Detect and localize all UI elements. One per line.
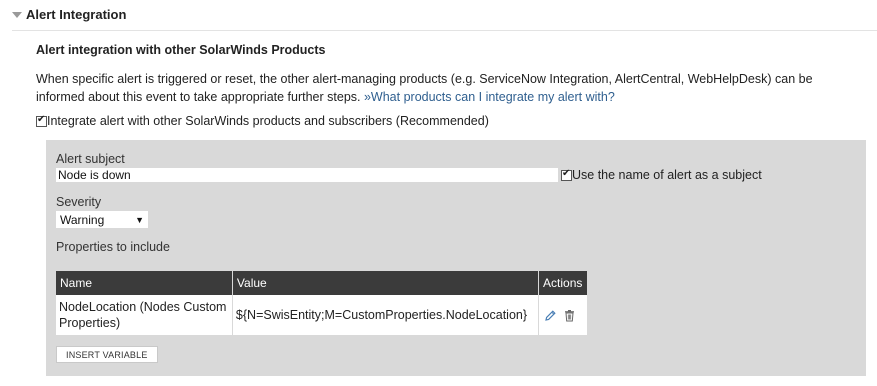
trash-icon[interactable] xyxy=(563,309,576,322)
table-row: NodeLocation (Nodes Custom Properties) $… xyxy=(56,295,587,335)
use-name-checkbox[interactable] xyxy=(561,168,572,181)
column-header-actions: Actions xyxy=(538,271,587,295)
alert-subject-input[interactable] xyxy=(56,168,558,182)
integration-subheading: Alert integration with other SolarWinds … xyxy=(36,43,326,57)
properties-label: Properties to include xyxy=(56,240,170,254)
alert-subject-label: Alert subject xyxy=(56,152,125,166)
integrate-checkbox-label: Integrate alert with other SolarWinds pr… xyxy=(47,114,489,128)
section-title: Alert Integration xyxy=(26,7,127,22)
section-divider xyxy=(12,30,877,31)
column-header-name: Name xyxy=(56,271,233,295)
integration-help-link[interactable]: »What products can I integrate my alert … xyxy=(364,90,615,104)
insert-variable-button[interactable]: INSERT VARIABLE xyxy=(56,346,158,363)
severity-select[interactable]: Warning ▼ xyxy=(56,211,148,228)
integrate-checkbox[interactable] xyxy=(36,114,47,127)
section-header[interactable]: Alert Integration xyxy=(12,7,126,22)
triangle-down-icon[interactable] xyxy=(12,11,22,18)
integration-description: When specific alert is triggered or rese… xyxy=(36,70,836,106)
property-name-cell: NodeLocation (Nodes Custom Properties) xyxy=(56,295,233,335)
pencil-icon[interactable] xyxy=(544,309,557,322)
integration-settings-panel: Alert subject Use the name of alert as a… xyxy=(46,140,866,376)
severity-label: Severity xyxy=(56,195,102,209)
property-value-cell: ${N=SwisEntity;M=CustomProperties.NodeLo… xyxy=(232,295,540,335)
column-header-value: Value xyxy=(232,271,540,295)
integrate-option[interactable]: Integrate alert with other SolarWinds pr… xyxy=(36,114,489,128)
dropdown-arrow-icon: ▼ xyxy=(135,214,144,225)
properties-table: Name Value Actions NodeLocation (Nodes C… xyxy=(56,271,587,335)
table-header-row: Name Value Actions xyxy=(56,271,587,295)
severity-value: Warning xyxy=(60,212,105,227)
use-name-option[interactable]: Use the name of alert as a subject xyxy=(561,168,762,182)
property-actions-cell xyxy=(539,295,587,335)
use-name-checkbox-label: Use the name of alert as a subject xyxy=(572,168,762,182)
